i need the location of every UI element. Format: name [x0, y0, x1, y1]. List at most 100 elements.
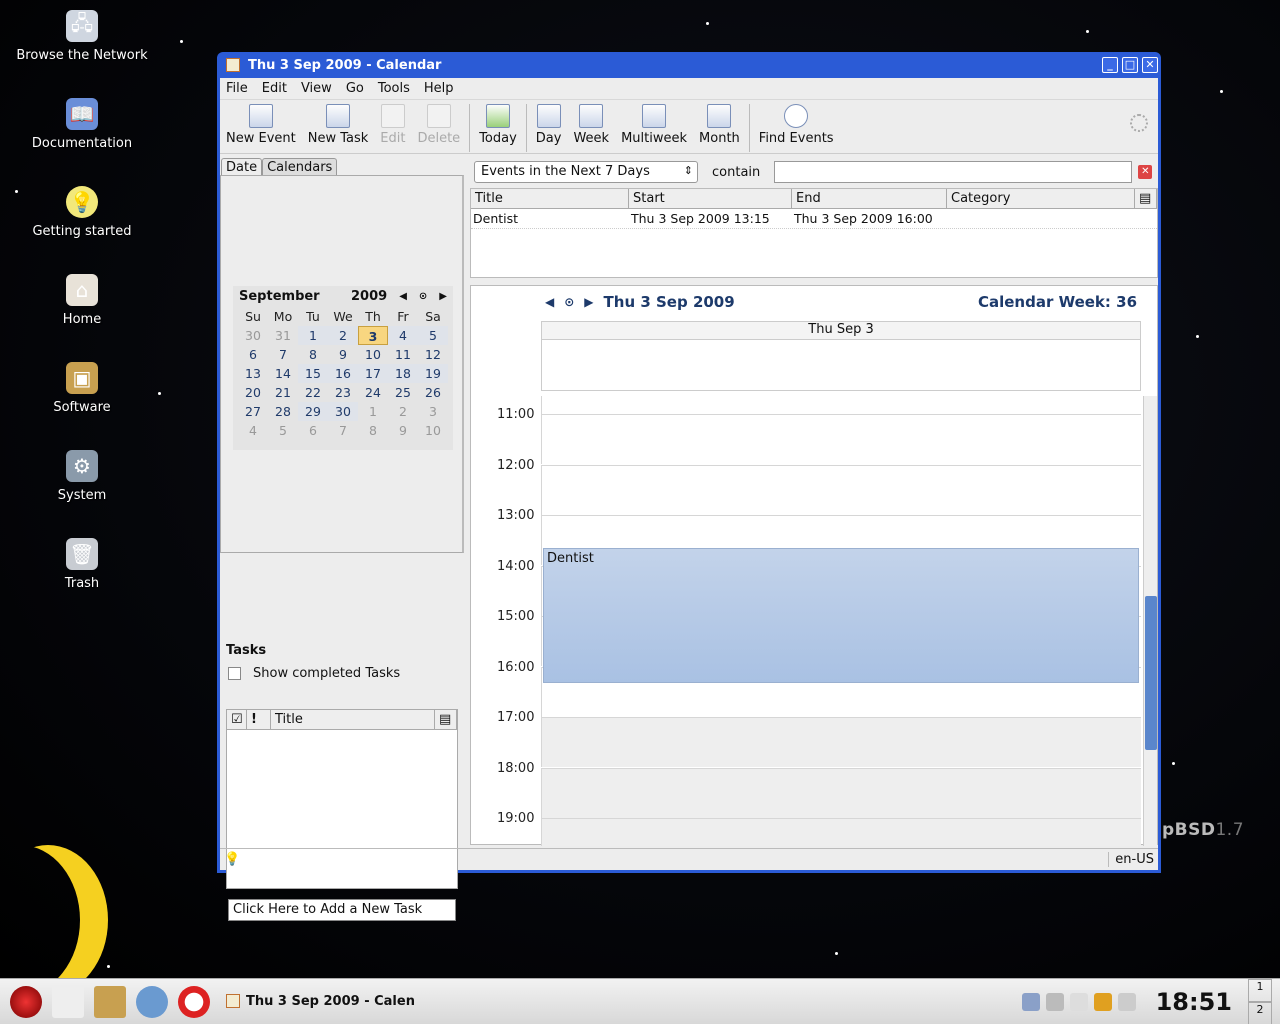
mini-calendar-day[interactable]: 31	[268, 326, 298, 345]
delete-button[interactable]: Delete	[411, 104, 466, 146]
desktop-2[interactable]: 2	[1248, 1001, 1272, 1024]
desktop-1[interactable]: 1	[1248, 978, 1272, 1002]
find-events-button[interactable]: Find Events	[753, 104, 840, 146]
event-block[interactable]: Dentist	[543, 548, 1139, 683]
minimize-button[interactable]: _	[1102, 57, 1118, 73]
prev-day-icon[interactable]: ◀	[545, 295, 554, 309]
close-button[interactable]: ✕	[1142, 57, 1158, 73]
mini-calendar-day[interactable]: 20	[238, 383, 268, 402]
mini-calendar-day[interactable]: 14	[268, 364, 298, 383]
mini-calendar-day[interactable]: 30	[328, 402, 358, 421]
mini-calendar-day[interactable]: 2	[388, 402, 418, 421]
day-view-button[interactable]: Day	[530, 104, 568, 146]
clipboard-icon[interactable]	[1069, 992, 1088, 1011]
display-icon[interactable]	[1117, 992, 1136, 1011]
column-end[interactable]: End	[792, 189, 947, 208]
tab-calendars[interactable]: Calendars	[262, 158, 338, 176]
column-picker-icon[interactable]: ▤	[1135, 189, 1157, 208]
window-titlebar[interactable]: Thu 3 Sep 2009 - Calendar _ □ ✕	[220, 52, 1158, 78]
event-search-input[interactable]	[774, 161, 1133, 183]
menu-tools[interactable]: Tools	[378, 81, 410, 96]
mini-calendar-day[interactable]: 8	[298, 345, 328, 364]
mini-calendar-day[interactable]: 10	[418, 421, 448, 440]
event-row[interactable]: Dentist Thu 3 Sep 2009 13:15 Thu 3 Sep 2…	[471, 209, 1157, 229]
prev-month-icon[interactable]: ◀	[399, 291, 407, 302]
mini-calendar-day[interactable]: 8	[358, 421, 388, 440]
new-event-button[interactable]: New Event	[220, 104, 302, 146]
hour-cell[interactable]	[541, 717, 1141, 767]
mini-calendar-day[interactable]: 15	[298, 364, 328, 383]
column-category[interactable]: Category	[947, 189, 1135, 208]
mini-calendar-day[interactable]: 30	[238, 326, 268, 345]
event-list[interactable]: Title Start End Category ▤ Dentist Thu 3…	[470, 188, 1158, 278]
desktop-icon-software[interactable]: ▣ Software	[2, 362, 162, 415]
mini-calendar-day[interactable]: 4	[388, 326, 418, 345]
mini-calendar-day[interactable]: 26	[418, 383, 448, 402]
mini-calendar-year[interactable]: 2009	[351, 289, 387, 304]
new-task-input[interactable]: Click Here to Add a New Task	[228, 899, 456, 921]
editor-icon[interactable]	[52, 985, 84, 1018]
clear-search-icon[interactable]: ✕	[1138, 165, 1153, 179]
kde-icon[interactable]	[136, 985, 168, 1018]
mini-calendar-day[interactable]: 19	[418, 364, 448, 383]
mini-calendar-day[interactable]: 6	[238, 345, 268, 364]
menu-file[interactable]: File	[226, 81, 248, 96]
new-task-button[interactable]: New Task	[302, 104, 375, 146]
hour-cell[interactable]	[541, 396, 1141, 414]
maximize-button[interactable]: □	[1122, 57, 1138, 73]
mini-calendar-day[interactable]: 16	[328, 364, 358, 383]
mini-calendar-day[interactable]: 7	[268, 345, 298, 364]
mini-calendar-day[interactable]: 25	[388, 383, 418, 402]
vertical-scrollbar[interactable]	[1143, 396, 1157, 846]
mini-calendar-day[interactable]: 5	[418, 326, 448, 345]
locale-indicator[interactable]: en-US	[1108, 852, 1154, 867]
mini-calendar-day[interactable]: 1	[298, 326, 328, 345]
mini-calendar-day[interactable]: 3	[418, 402, 448, 421]
mini-calendar-day[interactable]: 10	[358, 345, 388, 364]
hour-cell[interactable]	[541, 818, 1141, 846]
mini-calendar-day[interactable]: 28	[268, 402, 298, 421]
network-tray-icon[interactable]	[1021, 992, 1040, 1011]
hour-cell[interactable]	[541, 767, 1141, 818]
help-lifebuoy-icon[interactable]	[178, 985, 210, 1018]
mini-calendar-day[interactable]: 12	[418, 345, 448, 364]
mini-calendar-day[interactable]: 21	[268, 383, 298, 402]
column-title[interactable]: Title	[471, 189, 629, 208]
mini-calendar-day[interactable]: 23	[328, 383, 358, 402]
mini-calendar-day[interactable]: 22	[298, 383, 328, 402]
next-day-icon[interactable]: ▶	[584, 295, 593, 309]
today-circle-icon[interactable]: ⊙	[564, 295, 574, 309]
start-menu-icon[interactable]	[10, 985, 42, 1018]
taskbar-window-button[interactable]: Thu 3 Sep 2009 - Calen	[226, 979, 422, 1019]
desktop-icon-network[interactable]: 🖧 Browse the Network	[2, 10, 162, 63]
desktop-icon-getting-started[interactable]: 💡 Getting started	[2, 186, 162, 239]
mini-calendar-day[interactable]: 29	[298, 402, 328, 421]
menu-edit[interactable]: Edit	[262, 81, 287, 96]
show-completed-checkbox[interactable]	[228, 667, 241, 680]
mini-calendar-day[interactable]: 7	[328, 421, 358, 440]
scrollbar-thumb[interactable]	[1145, 596, 1157, 750]
multiweek-view-button[interactable]: Multiweek	[615, 104, 693, 146]
mini-calendar-day[interactable]: 11	[388, 345, 418, 364]
title-column[interactable]: Title	[271, 710, 435, 729]
hour-cell[interactable]	[541, 464, 1141, 515]
menu-help[interactable]: Help	[424, 81, 454, 96]
mini-calendar-day[interactable]: 2	[328, 326, 358, 345]
mini-calendar-month[interactable]: September	[239, 289, 351, 304]
tab-date[interactable]: Date	[221, 158, 263, 176]
mini-calendar-day[interactable]: 27	[238, 402, 268, 421]
desktop-icon-home[interactable]: ⌂ Home	[2, 274, 162, 327]
mini-calendar-day[interactable]: 18	[388, 364, 418, 383]
updates-icon[interactable]	[1093, 992, 1112, 1011]
column-start[interactable]: Start	[629, 189, 792, 208]
mini-calendar-day[interactable]: 3	[358, 326, 388, 345]
desktop-icon-system[interactable]: ⚙ System	[2, 450, 162, 503]
mini-calendar-day[interactable]: 5	[268, 421, 298, 440]
mini-calendar-day[interactable]: 13	[238, 364, 268, 383]
volume-icon[interactable]	[1045, 992, 1064, 1011]
hours-grid[interactable]: 11:00 12:00 13:00 14:00 15:00 16:00 17:00 18:00…	[471, 396, 1143, 846]
mini-calendar-day[interactable]: 9	[388, 421, 418, 440]
today-circle-icon[interactable]: ⊙	[419, 291, 427, 302]
menu-view[interactable]: View	[301, 81, 332, 96]
menu-go[interactable]: Go	[346, 81, 364, 96]
